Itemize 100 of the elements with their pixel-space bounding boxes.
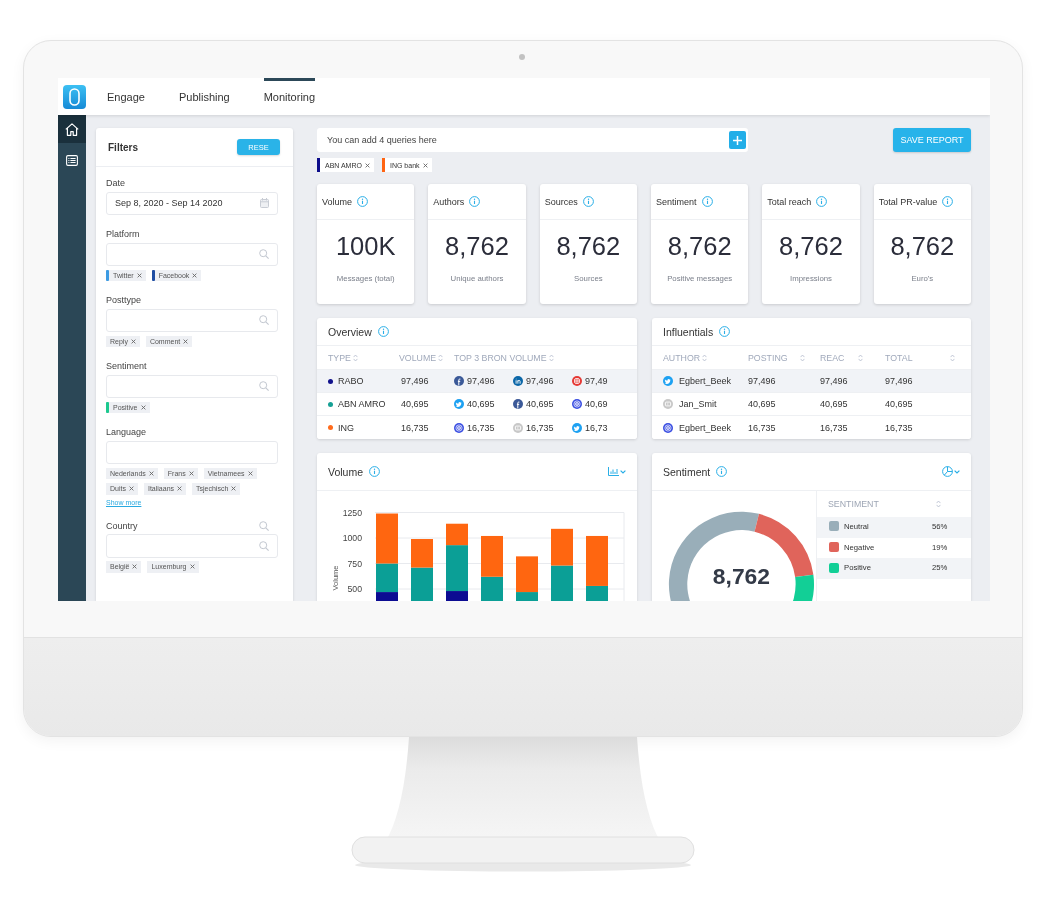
search-field[interactable]	[106, 242, 278, 266]
table-cell: Egbert_Beek	[679, 422, 732, 433]
table-row[interactable]: Egbert_Beek 16,735 16,735 16,735	[652, 416, 971, 439]
table-cell-text: 97,496	[401, 376, 430, 386]
chart-type-dropdown[interactable]	[608, 467, 626, 476]
table-row[interactable]: RABO 97,496 97,496 97,496 97,49	[317, 370, 637, 393]
axis-tick-label: 1000	[342, 533, 362, 544]
linkedin-icon	[513, 376, 523, 386]
table-cell: 16,735	[467, 422, 495, 433]
table-cell-text: 16,735	[401, 422, 430, 433]
table-row[interactable]: Jan_Smit 40,695 40,695 40,695	[652, 393, 971, 416]
close-icon	[231, 486, 237, 492]
sort-icon	[548, 353, 554, 362]
search-icon	[259, 315, 269, 326]
column-header: SENTIMENT	[828, 499, 879, 509]
sort-icon	[702, 353, 708, 362]
table-cell: ING	[338, 422, 354, 433]
card-title: Sentiment	[656, 196, 697, 207]
card-title: Sentiment	[663, 465, 711, 478]
close-icon	[130, 338, 136, 344]
sort-icon	[800, 353, 805, 362]
search-field[interactable]	[106, 534, 278, 558]
table-cell-text: 16,735	[820, 422, 849, 433]
close-icon	[422, 162, 428, 168]
info-icon	[369, 466, 381, 477]
table-cell: 97,496	[526, 376, 554, 386]
bar-chart-icon	[608, 467, 619, 476]
close-icon	[177, 486, 183, 492]
calendar-icon	[260, 198, 269, 209]
field-label: Sentiment	[106, 361, 147, 372]
axis-tick-label: 750	[347, 558, 362, 569]
sort-icon	[353, 353, 358, 362]
card-title: Volume	[322, 196, 353, 207]
table-row[interactable]: ABN AMRO 40,695 40,695 40,695 40,69	[317, 393, 637, 416]
bird-icon	[572, 422, 582, 433]
close-icon	[192, 272, 198, 278]
close-icon	[132, 564, 138, 570]
video-icon	[663, 399, 673, 409]
chevron-down-icon	[620, 469, 626, 474]
table-row[interactable]: Egbert_Beek 97,496 97,496 97,496	[652, 370, 971, 393]
search-field[interactable]	[106, 308, 278, 332]
close-icon	[136, 272, 142, 278]
table-cell: RABO	[338, 376, 364, 386]
panel-title: Filters	[108, 141, 138, 153]
bird-icon	[663, 376, 673, 386]
info-icon	[357, 196, 369, 207]
table-cell: 97,496	[467, 376, 495, 386]
stat-value: 100K	[335, 232, 396, 260]
card-title: Total reach	[767, 196, 812, 207]
table-cell: 16,73	[585, 422, 608, 433]
stat-value: 8,762	[445, 232, 509, 260]
list-icon	[66, 154, 78, 166]
camera-icon	[572, 376, 582, 386]
info-icon	[716, 466, 728, 477]
add-query-button[interactable]	[729, 131, 746, 149]
chart-type-dropdown[interactable]	[942, 466, 960, 477]
table-cell: 40,695	[526, 399, 554, 409]
field-label: Language	[106, 427, 147, 438]
table-cell-text: 97,496	[748, 376, 777, 386]
info-icon	[942, 196, 954, 207]
donut-center-value: 8,762	[712, 563, 771, 590]
search-field[interactable]	[106, 374, 278, 398]
input-field[interactable]	[106, 440, 278, 464]
card-title: Authors	[433, 196, 465, 207]
table-cell: 40,69	[585, 399, 608, 409]
sidebar-item[interactable]	[58, 115, 86, 143]
stat-value: 8,762	[779, 232, 843, 260]
home-icon	[65, 122, 79, 136]
table-cell-text: 16,735	[885, 422, 914, 433]
chevron-down-icon	[954, 469, 960, 474]
card-title: Total PR-value	[878, 196, 938, 207]
close-icon	[148, 470, 154, 476]
info-icon	[816, 196, 828, 207]
bar-segment	[411, 567, 433, 601]
card-title: Overview	[328, 325, 372, 338]
table-cell-text: 16,735	[748, 422, 777, 433]
info-icon	[582, 196, 594, 207]
stat-value: 8,762	[890, 232, 955, 260]
field-label: Date	[106, 178, 125, 189]
logo-icon	[63, 84, 86, 109]
concentric-circles-icon	[663, 422, 673, 433]
query-field[interactable]: You can add 4 queries here	[317, 128, 748, 152]
stat-value: 8,762	[556, 232, 621, 260]
facebook-icon	[454, 376, 464, 386]
bar-segment	[551, 565, 573, 601]
facebook-icon	[513, 399, 523, 409]
card-title: Sources	[544, 196, 578, 207]
table-cell: 40,695	[467, 399, 495, 409]
search-icon	[259, 249, 269, 260]
date-field[interactable]: Sep 8, 2020 - Sep 14 2020	[106, 191, 278, 215]
webcam-icon	[519, 54, 525, 60]
axis-tick-label: 1250	[342, 507, 362, 518]
nav-tab[interactable]: Publishing	[178, 78, 230, 115]
table-cell: ABN AMRO	[338, 399, 386, 409]
concentric-circles-icon	[454, 422, 464, 433]
table-row[interactable]: ING 16,735 16,735 16,735 16,73	[317, 416, 637, 439]
axis-tick-label: 500	[347, 584, 362, 595]
nav-tab[interactable]: Engage	[107, 78, 145, 115]
card-title: Volume	[328, 465, 364, 478]
info-icon	[469, 196, 481, 207]
